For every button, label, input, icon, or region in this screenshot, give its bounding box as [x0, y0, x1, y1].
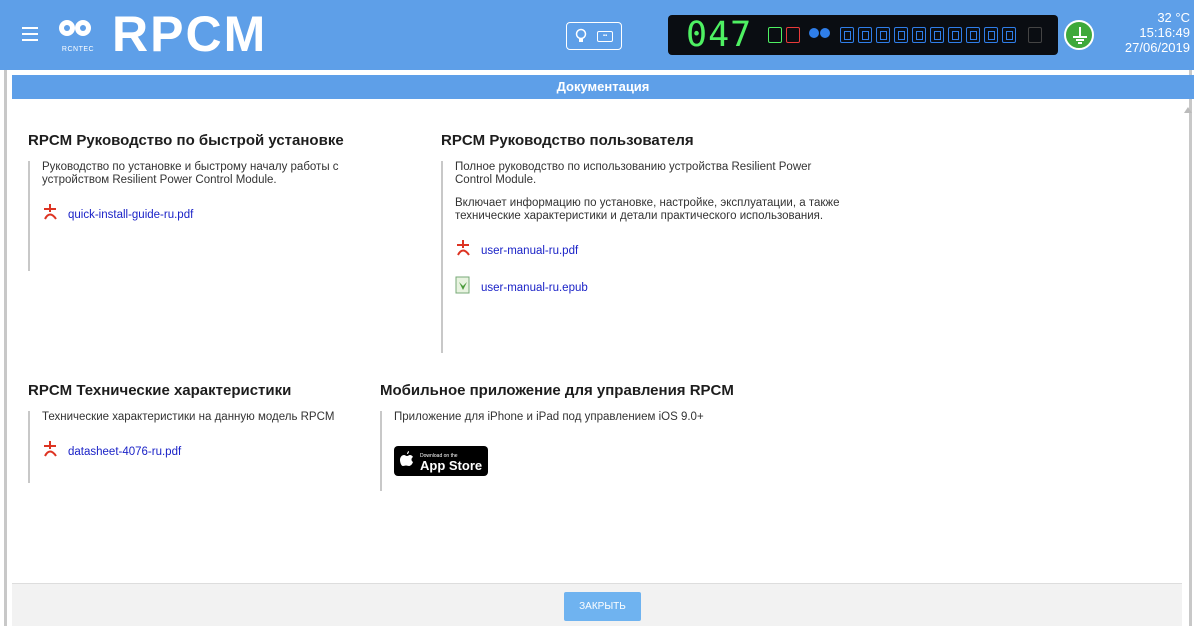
section-description-extra: Включает информацию по установке, настро… — [455, 197, 840, 222]
section-description: Полное руководство по использованию устр… — [455, 161, 812, 186]
file-link-user-manual-epub[interactable]: user-manual-ru.epub — [455, 276, 841, 299]
app-store-text: Download on the App Store — [420, 451, 483, 473]
section-title: RPCM Руководство пользователя — [441, 132, 694, 149]
outlet-8-icon[interactable] — [966, 27, 980, 43]
outlet-4-icon[interactable] — [894, 27, 908, 43]
section-body: Руководство по установке и быстрому нача… — [28, 161, 388, 271]
outlet-6-icon[interactable] — [930, 27, 944, 43]
app-store-badge[interactable]: Download on the App Store — [394, 446, 488, 476]
input-b-icon — [786, 27, 800, 43]
section-body: Приложение для iPhone и iPad под управле… — [380, 411, 760, 491]
scroll-up-icon[interactable] — [1184, 100, 1192, 113]
store-big-text: App Store — [420, 458, 483, 473]
status-panel: 047 — [668, 15, 1058, 55]
logo-subtext: RCNTEC — [61, 46, 95, 53]
outlet-5-icon[interactable] — [912, 27, 926, 43]
section-mobile-app: Мобильное приложение для управления RPCM… — [380, 382, 760, 491]
file-name[interactable]: datasheet-4076-ru.pdf — [68, 446, 181, 458]
outlet-10-icon[interactable] — [1002, 27, 1016, 43]
pdf-icon — [42, 203, 58, 226]
close-button[interactable]: ЗАКРЫТЬ — [564, 592, 641, 621]
section-body: Полное руководство по использованию устр… — [441, 161, 841, 353]
clock-time: 15:16:49 — [1139, 25, 1190, 40]
chip-icon[interactable]: ▪▪ — [597, 31, 613, 42]
section-specs: RPCM Технические характеристики Техничес… — [28, 382, 378, 483]
section-quick-install: RPCM Руководство по быстрой установке Ру… — [28, 132, 388, 271]
file-name[interactable]: quick-install-guide-ru.pdf — [68, 209, 193, 221]
outlet-3-icon[interactable] — [876, 27, 890, 43]
rcntec-logo-icon — [56, 18, 98, 48]
file-link-quick-install[interactable]: quick-install-guide-ru.pdf — [42, 203, 388, 226]
outlet-counter: 047 — [686, 15, 753, 55]
section-description: Приложение для iPhone и iPad под управле… — [394, 411, 704, 423]
input-a-icon — [768, 27, 782, 43]
module-logo-icon — [808, 27, 832, 46]
pdf-icon — [42, 440, 58, 463]
file-name[interactable]: user-manual-ru.pdf — [481, 245, 578, 257]
section-description: Технические характеристики на данную мод… — [42, 411, 335, 423]
epub-icon — [455, 276, 471, 299]
file-link-user-manual-pdf[interactable]: user-manual-ru.pdf — [455, 239, 841, 262]
brand-title: RPCM — [112, 6, 268, 62]
apple-icon — [400, 450, 414, 472]
dialog-title: Документация — [12, 75, 1194, 99]
section-description: Руководство по установке и быстрому нача… — [42, 161, 339, 186]
file-name[interactable]: user-manual-ru.epub — [481, 282, 588, 294]
temperature: 32 °C — [1157, 10, 1190, 25]
file-link-datasheet[interactable]: datasheet-4076-ru.pdf — [42, 440, 378, 463]
section-user-manual: RPCM Руководство пользователя Полное рук… — [441, 132, 841, 353]
section-title: Мобильное приложение для управления RPCM — [380, 382, 734, 399]
outlet-2-icon[interactable] — [858, 27, 872, 43]
clock-date: 27/06/2019 — [1124, 40, 1190, 55]
lightbulb-icon[interactable] — [575, 28, 587, 49]
outlet-disabled-icon — [1028, 27, 1042, 43]
section-title: RPCM Технические характеристики — [28, 382, 292, 399]
section-body: Технические характеристики на данную мод… — [28, 411, 378, 483]
menu-icon[interactable] — [22, 27, 38, 41]
toolbar-box: ▪▪ — [566, 22, 622, 50]
ground-icon — [1064, 20, 1094, 50]
section-title: RPCM Руководство по быстрой установке — [28, 132, 344, 149]
outlet-7-icon[interactable] — [948, 27, 962, 43]
pdf-icon — [455, 239, 471, 262]
outlet-1-icon[interactable] — [840, 27, 854, 43]
environment-readout: 32 °C 15:16:49 27/06/2019 — [1100, 10, 1190, 55]
outlet-9-icon[interactable] — [984, 27, 998, 43]
